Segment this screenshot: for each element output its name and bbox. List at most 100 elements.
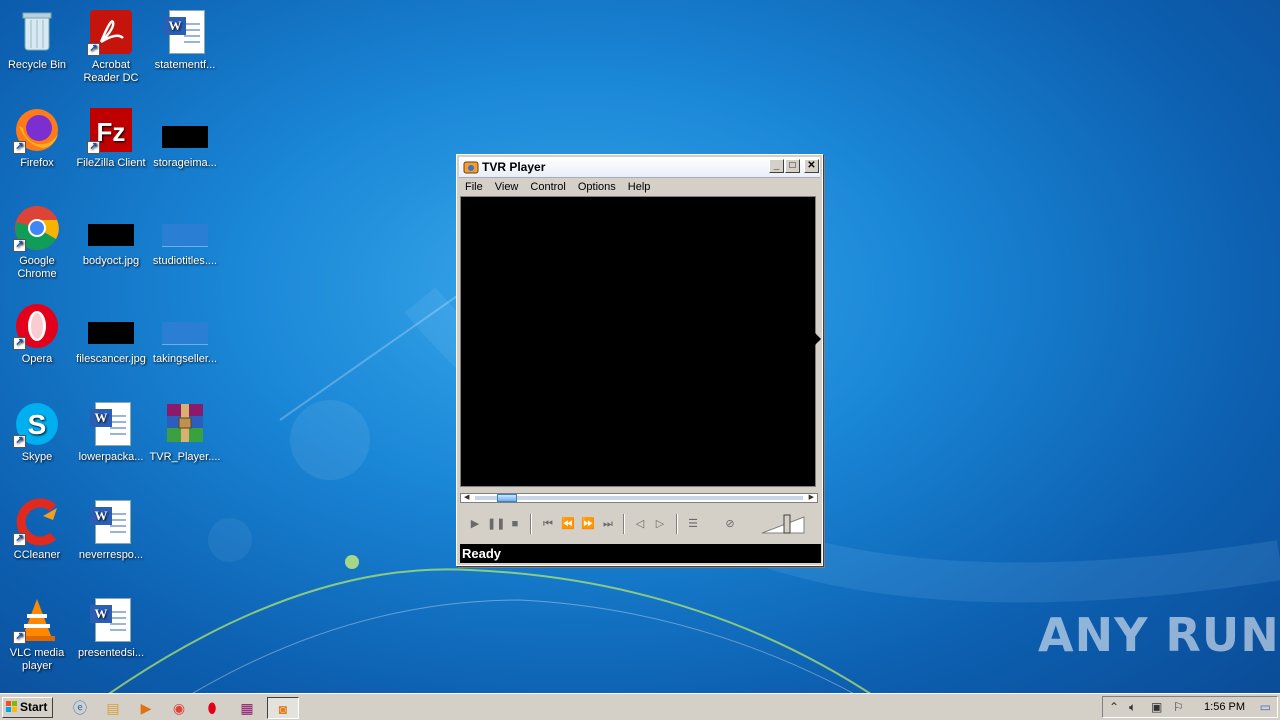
image-file-icon xyxy=(87,204,135,252)
desktop-icon-acrobat[interactable]: ↗ Acrobat Reader DC xyxy=(74,8,148,85)
desktop-icon-recycle-bin[interactable]: Recycle Bin xyxy=(0,8,74,72)
recycle-bin-icon xyxy=(13,8,61,56)
menu-options[interactable]: Options xyxy=(572,179,622,193)
stop-icon[interactable]: ■ xyxy=(507,516,523,532)
video-display[interactable] xyxy=(460,196,816,487)
desktop-icon-bodyoct[interactable]: bodyoct.jpg xyxy=(74,204,148,268)
taskbar-explorer-icon[interactable]: ▤ xyxy=(101,697,125,719)
separator xyxy=(530,514,532,534)
tvr-app-icon xyxy=(463,161,479,174)
taskbar-opera-icon[interactable]: ⬮ xyxy=(200,697,224,719)
title-bar[interactable]: TVR Player _ □ ✕ xyxy=(459,157,820,178)
shortcut-arrow-icon: ↗ xyxy=(13,239,26,252)
desktop-icon-label: statementf... xyxy=(154,59,216,71)
seek-right-arrow-icon[interactable]: ▶ xyxy=(809,494,814,502)
show-desktop-icon[interactable]: ▭ xyxy=(1260,700,1271,714)
action-center-flag-icon[interactable]: ⚐ xyxy=(1173,700,1184,714)
expand-panel-arrow-icon[interactable] xyxy=(815,333,821,345)
tvr-player-window[interactable]: TVR Player _ □ ✕ File View Control Options H… xyxy=(456,154,823,566)
ccleaner-icon: ↗ xyxy=(13,498,61,546)
volume-slider[interactable] xyxy=(760,513,808,535)
desktop-icon-neverrespo[interactable]: W neverrespo... xyxy=(74,498,148,562)
desktop-icon-chrome[interactable]: ↗ Google Chrome xyxy=(0,204,74,281)
volume-icon[interactable]: 🔈︎ xyxy=(1129,700,1136,714)
taskbar-chrome-icon[interactable]: ◉ xyxy=(167,697,191,719)
minimize-button[interactable]: _ xyxy=(769,159,784,173)
image-file-icon xyxy=(161,106,209,154)
desktop-icon-tvr-player-archive[interactable]: TVR_Player.... xyxy=(148,400,222,464)
taskbar-winrar-icon[interactable]: ▦ xyxy=(235,697,259,719)
word-doc-icon: W xyxy=(87,596,135,644)
image-file-icon xyxy=(161,204,209,252)
word-doc-icon: W xyxy=(87,400,135,448)
image-file-icon xyxy=(161,302,209,350)
menu-bar: File View Control Options Help xyxy=(459,179,820,197)
skip-start-icon[interactable]: ⏮ xyxy=(540,516,556,532)
menu-file[interactable]: File xyxy=(459,179,489,193)
frame-forward-icon[interactable]: ▷ xyxy=(652,516,668,532)
desktop-icon-label: Skype xyxy=(21,451,53,463)
desktop-icon-filezilla[interactable]: Fz ↗ FileZilla Client xyxy=(74,106,148,170)
skip-end-icon[interactable]: ⏭ xyxy=(600,516,616,532)
shortcut-arrow-icon: ↗ xyxy=(13,631,26,644)
taskbar-ie-icon[interactable]: ⓔ xyxy=(68,697,92,719)
desktop-icon-skype[interactable]: S ↗ Skype xyxy=(0,400,74,464)
taskbar-tvr-player-icon[interactable]: ◙ xyxy=(267,697,299,719)
chrome-icon: ↗ xyxy=(13,204,61,252)
close-button[interactable]: ✕ xyxy=(804,159,819,173)
menu-help[interactable]: Help xyxy=(622,179,657,193)
mute-speaker-icon[interactable]: ⊘ xyxy=(722,516,738,532)
shortcut-arrow-icon: ↗ xyxy=(13,337,26,350)
start-button[interactable]: Start xyxy=(2,697,53,718)
desktop-icon-filescancer[interactable]: filescancer.jpg xyxy=(74,302,148,366)
svg-text:S: S xyxy=(28,409,47,440)
desktop-icon-storageima[interactable]: storageima... xyxy=(148,106,222,170)
play-icon[interactable]: ▶ xyxy=(467,516,483,532)
desktop-icon-lowerpacka[interactable]: W lowerpacka... xyxy=(74,400,148,464)
taskbar-media-player-icon[interactable]: ▶ xyxy=(134,697,158,719)
winrar-icon xyxy=(161,400,209,448)
network-icon[interactable]: ▣ xyxy=(1151,700,1162,714)
seek-bar[interactable]: ◀ ▶ xyxy=(460,493,818,503)
desktop-icon-studiotitles[interactable]: studiotitles.... xyxy=(148,204,222,268)
desktop-icon-label: CCleaner xyxy=(13,549,61,561)
desktop-icon-ccleaner[interactable]: ↗ CCleaner xyxy=(0,498,74,562)
desktop-icon-takingseller[interactable]: takingseller... xyxy=(148,302,222,366)
maximize-button[interactable]: □ xyxy=(785,159,800,173)
desktop-icon-label: studiotitles.... xyxy=(152,255,218,267)
desktop-icon-label: bodyoct.jpg xyxy=(82,255,140,267)
status-bar: Ready xyxy=(460,544,821,563)
desktop-icon-label: presentedsi... xyxy=(77,647,145,659)
desktop-icon-presentedsi[interactable]: W presentedsi... xyxy=(74,596,148,660)
desktop-icon-firefox[interactable]: ↗ Firefox xyxy=(0,106,74,170)
desktop-icon-label: lowerpacka... xyxy=(78,451,144,463)
seek-thumb[interactable] xyxy=(496,494,517,502)
frame-back-icon[interactable]: ◁ xyxy=(632,516,648,532)
window-title: TVR Player xyxy=(482,160,546,174)
playlist-icon[interactable]: ☰ xyxy=(685,516,701,532)
desktop-icon-label: Acrobat Reader DC xyxy=(83,59,139,84)
desktop-icon-vlc[interactable]: ↗ VLC media player xyxy=(0,596,74,673)
menu-view[interactable]: View xyxy=(489,179,525,193)
desktop-icon-label: TVR_Player.... xyxy=(149,451,221,463)
desktop-icon-label: takingseller... xyxy=(152,353,218,365)
pause-icon[interactable]: ❚❚ xyxy=(487,516,505,532)
start-label: Start xyxy=(20,700,48,714)
desktop-icon-label: storageima... xyxy=(153,157,217,169)
svg-text:Fz: Fz xyxy=(97,117,126,147)
firefox-icon: ↗ xyxy=(13,106,61,154)
windows-logo-icon xyxy=(6,701,17,712)
desktop-icon-label: Google Chrome xyxy=(17,255,57,280)
show-hidden-icons-icon[interactable]: ⌃ xyxy=(1109,700,1119,714)
desktop-icon-opera[interactable]: ↗ Opera xyxy=(0,302,74,366)
seek-left-arrow-icon[interactable]: ◀ xyxy=(464,494,469,502)
desktop-icon-statementf[interactable]: W statementf... xyxy=(148,8,222,72)
shortcut-arrow-icon: ↗ xyxy=(13,435,26,448)
desktop-icon-label: Opera xyxy=(21,353,53,365)
fast-forward-icon[interactable]: ⏩ xyxy=(580,516,596,532)
menu-control[interactable]: Control xyxy=(524,179,571,193)
image-file-icon xyxy=(87,302,135,350)
vlc-icon: ↗ xyxy=(13,596,61,644)
rewind-icon[interactable]: ⏪ xyxy=(560,516,576,532)
clock[interactable]: 1:56 PM xyxy=(1204,701,1245,713)
